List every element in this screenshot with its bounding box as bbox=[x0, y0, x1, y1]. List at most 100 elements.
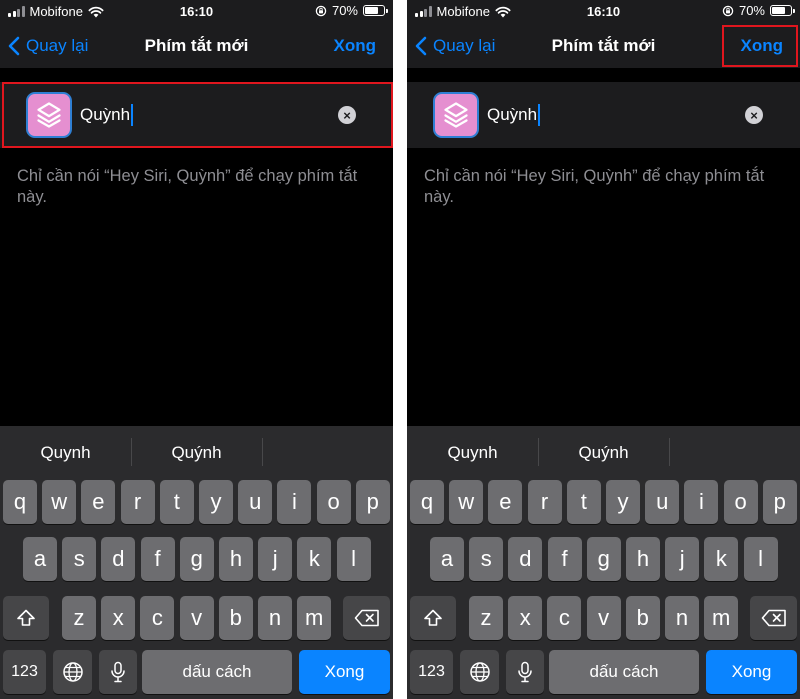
key-k[interactable]: k bbox=[297, 537, 332, 581]
key-e[interactable]: e bbox=[81, 480, 116, 524]
microphone-icon bbox=[111, 661, 125, 683]
back-button[interactable]: Quay lại bbox=[8, 24, 88, 68]
phone-screen-right: Mobifone 16:10 70% Quay lại Phím tắt mới… bbox=[407, 0, 800, 699]
key-s[interactable]: s bbox=[469, 537, 504, 581]
key-k[interactable]: k bbox=[704, 537, 739, 581]
done-button[interactable]: Xong bbox=[334, 24, 377, 68]
suggestion-1[interactable]: Quynh bbox=[0, 426, 131, 479]
key-p[interactable]: p bbox=[355, 480, 390, 524]
key-o[interactable]: o bbox=[723, 480, 758, 524]
key-j[interactable]: j bbox=[665, 537, 700, 581]
shift-key[interactable] bbox=[3, 596, 49, 640]
key-z[interactable]: z bbox=[62, 596, 96, 640]
space-key[interactable]: dấu cách bbox=[142, 650, 292, 694]
key-h[interactable]: h bbox=[626, 537, 660, 581]
key-f[interactable]: f bbox=[547, 537, 582, 581]
shortcut-name-input[interactable] bbox=[487, 100, 727, 130]
key-z[interactable]: z bbox=[469, 596, 503, 640]
key-g[interactable]: g bbox=[586, 537, 621, 581]
key-b[interactable]: b bbox=[218, 596, 253, 640]
key-u[interactable]: u bbox=[645, 480, 680, 524]
status-bar: Mobifone 16:10 70% bbox=[0, 0, 393, 24]
highlight-done-button bbox=[722, 25, 798, 67]
numbers-key[interactable]: 123 bbox=[410, 650, 453, 694]
shift-key[interactable] bbox=[410, 596, 456, 640]
key-d[interactable]: d bbox=[508, 537, 543, 581]
suggestion-1[interactable]: Quynh bbox=[407, 426, 538, 479]
status-right: 70% bbox=[315, 3, 388, 18]
key-b[interactable]: b bbox=[625, 596, 660, 640]
globe-key[interactable] bbox=[460, 650, 499, 694]
back-button[interactable]: Quay lại bbox=[415, 24, 495, 68]
clear-text-button[interactable]: × bbox=[745, 106, 763, 124]
key-i[interactable]: i bbox=[684, 480, 719, 524]
dictation-key[interactable] bbox=[99, 650, 137, 694]
key-v[interactable]: v bbox=[586, 596, 621, 640]
backspace-icon bbox=[354, 609, 379, 627]
key-c[interactable]: c bbox=[140, 596, 175, 640]
return-key[interactable]: Xong bbox=[299, 650, 390, 694]
globe-key[interactable] bbox=[53, 650, 92, 694]
key-s[interactable]: s bbox=[62, 537, 97, 581]
key-u[interactable]: u bbox=[238, 480, 273, 524]
space-key[interactable]: dấu cách bbox=[549, 650, 699, 694]
navigation-bar: Quay lại Phím tắt mới Xong bbox=[0, 24, 393, 68]
key-v[interactable]: v bbox=[179, 596, 214, 640]
battery-icon bbox=[770, 5, 795, 16]
orientation-lock-icon bbox=[315, 5, 327, 16]
suggestion-2[interactable]: Quýnh bbox=[131, 426, 262, 479]
key-o[interactable]: o bbox=[316, 480, 351, 524]
chevron-left-icon bbox=[415, 36, 427, 56]
close-icon: × bbox=[750, 107, 758, 123]
delete-key[interactable] bbox=[343, 596, 390, 640]
back-label: Quay lại bbox=[26, 36, 89, 55]
key-t[interactable]: t bbox=[159, 480, 194, 524]
status-right: 70% bbox=[722, 3, 795, 18]
shortcut-icon[interactable] bbox=[433, 92, 479, 138]
key-w[interactable]: w bbox=[42, 480, 77, 524]
text-cursor bbox=[538, 104, 540, 126]
key-y[interactable]: y bbox=[199, 480, 233, 524]
numbers-key[interactable]: 123 bbox=[3, 650, 46, 694]
key-l[interactable]: l bbox=[336, 537, 371, 581]
key-a[interactable]: a bbox=[23, 537, 57, 581]
key-d[interactable]: d bbox=[101, 537, 136, 581]
delete-key[interactable] bbox=[750, 596, 797, 640]
suggestion-3[interactable] bbox=[262, 426, 393, 479]
key-x[interactable]: x bbox=[508, 596, 543, 640]
key-p[interactable]: p bbox=[762, 480, 797, 524]
key-g[interactable]: g bbox=[179, 537, 214, 581]
key-t[interactable]: t bbox=[566, 480, 601, 524]
key-l[interactable]: l bbox=[743, 537, 778, 581]
globe-icon bbox=[469, 662, 490, 682]
key-q[interactable]: q bbox=[410, 480, 444, 524]
key-f[interactable]: f bbox=[140, 537, 175, 581]
key-x[interactable]: x bbox=[101, 596, 136, 640]
key-r[interactable]: r bbox=[120, 480, 155, 524]
key-n[interactable]: n bbox=[665, 596, 699, 640]
key-e[interactable]: e bbox=[488, 480, 523, 524]
shift-icon bbox=[424, 609, 442, 626]
key-a[interactable]: a bbox=[430, 537, 464, 581]
suggestion-bar: Quynh Quýnh bbox=[407, 426, 800, 479]
battery-icon bbox=[363, 5, 388, 16]
key-w[interactable]: w bbox=[449, 480, 484, 524]
key-n[interactable]: n bbox=[258, 596, 292, 640]
key-m[interactable]: m bbox=[704, 596, 739, 640]
key-j[interactable]: j bbox=[258, 537, 293, 581]
shift-icon bbox=[17, 609, 35, 626]
dictation-key[interactable] bbox=[506, 650, 544, 694]
key-m[interactable]: m bbox=[297, 596, 332, 640]
key-q[interactable]: q bbox=[3, 480, 37, 524]
key-c[interactable]: c bbox=[547, 596, 582, 640]
key-r[interactable]: r bbox=[527, 480, 562, 524]
key-y[interactable]: y bbox=[606, 480, 640, 524]
return-key[interactable]: Xong bbox=[706, 650, 797, 694]
key-h[interactable]: h bbox=[219, 537, 253, 581]
keyboard: Quynh Quýnh qwertyuiop asdfghjkl zxcvbnm 1… bbox=[407, 426, 800, 699]
microphone-icon bbox=[518, 661, 532, 683]
suggestion-3[interactable] bbox=[669, 426, 800, 479]
key-i[interactable]: i bbox=[277, 480, 312, 524]
suggestion-2[interactable]: Quýnh bbox=[538, 426, 669, 479]
back-label: Quay lại bbox=[433, 36, 496, 55]
